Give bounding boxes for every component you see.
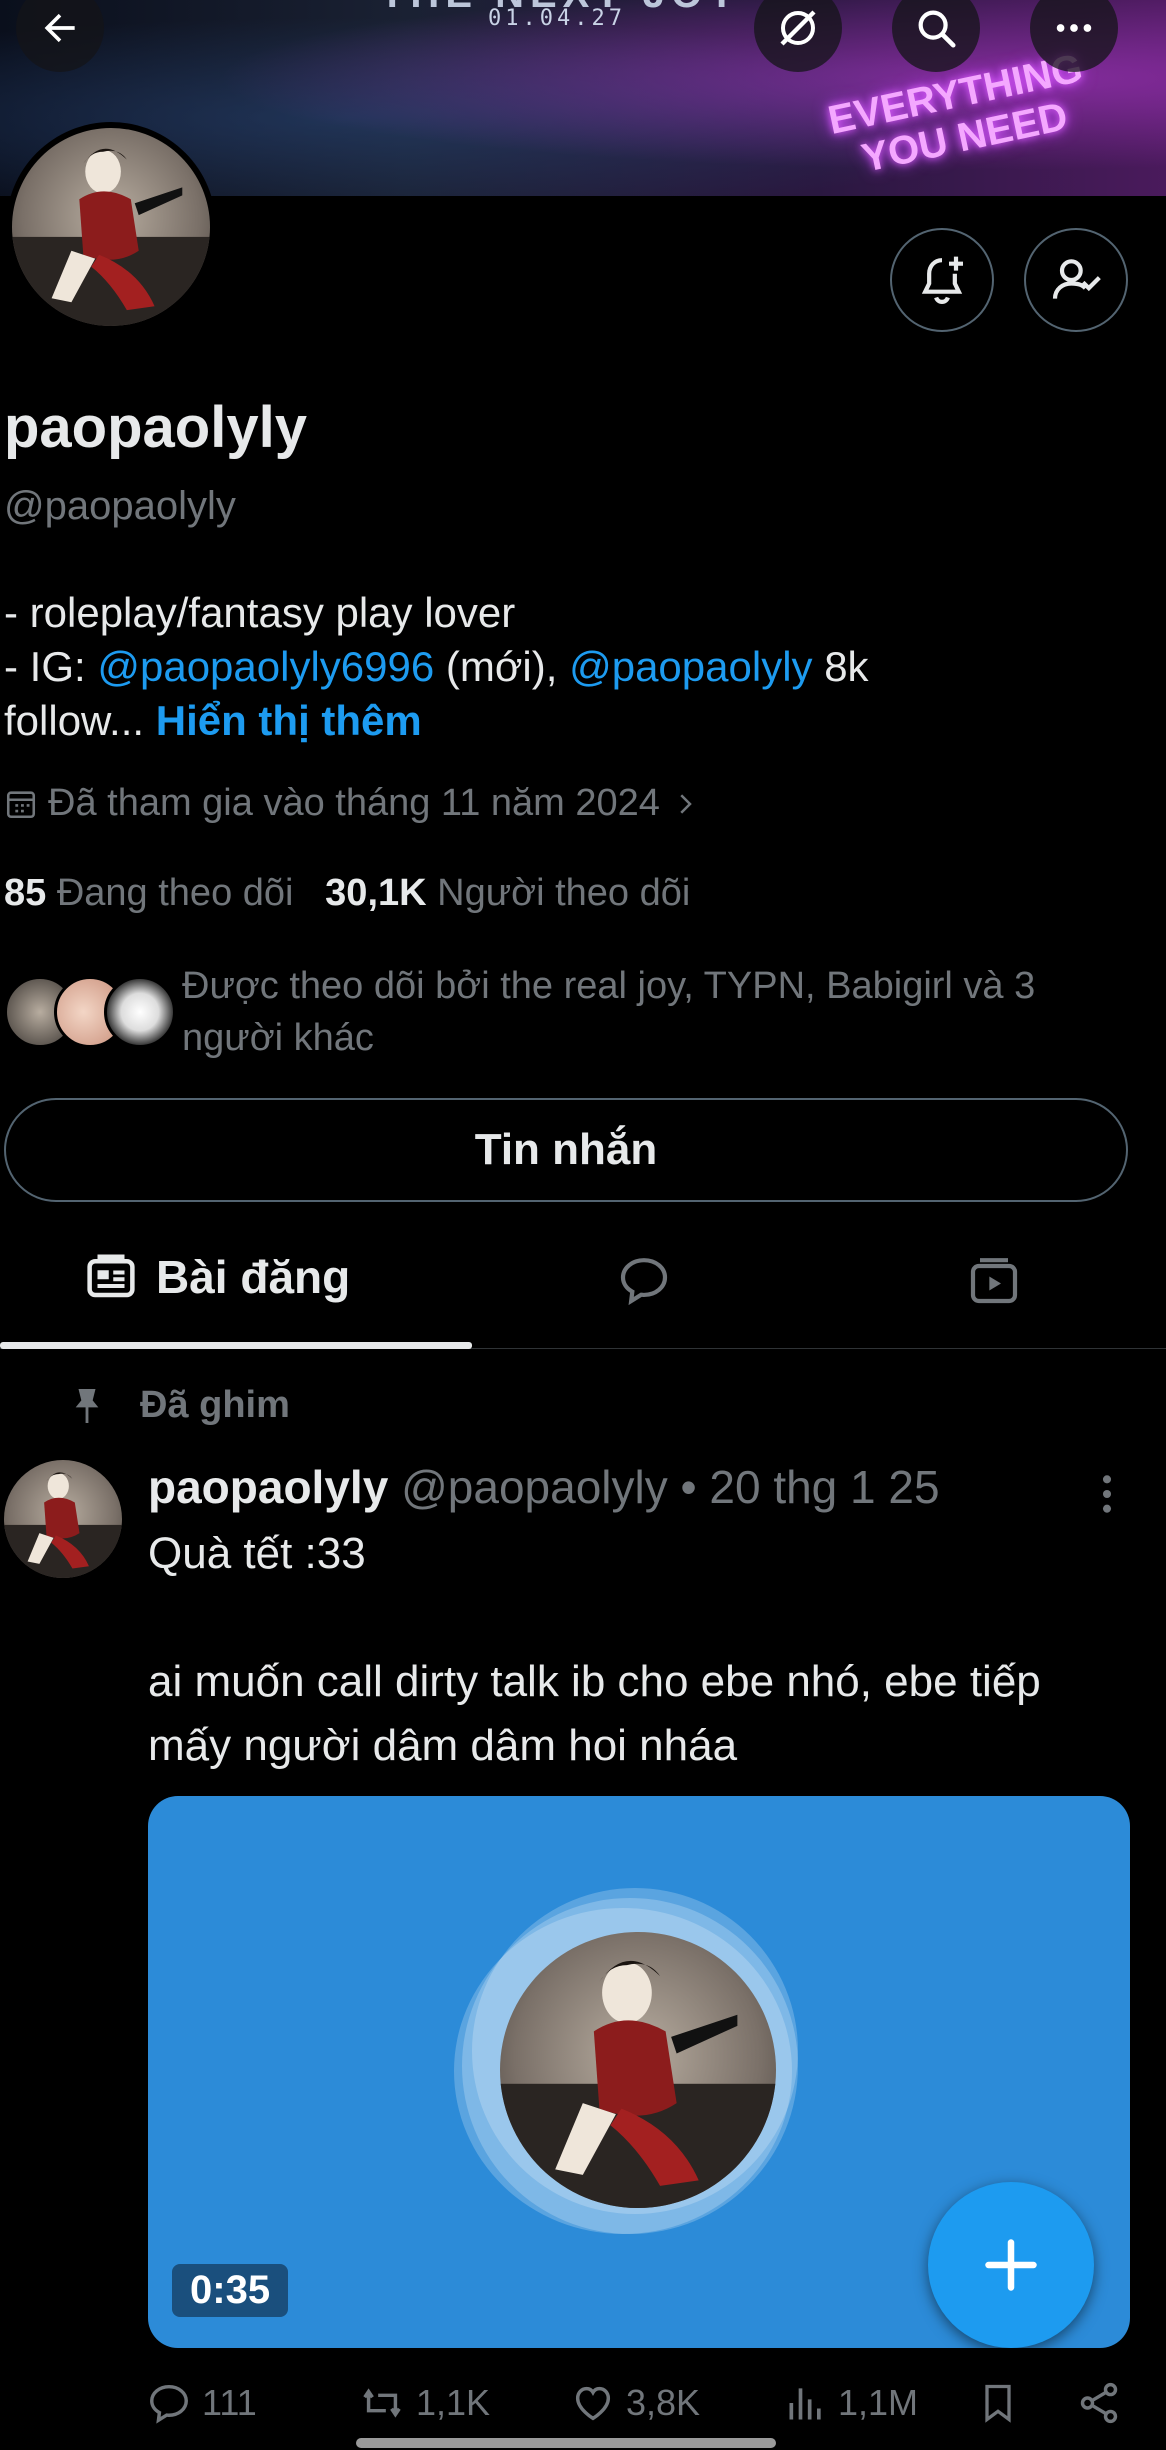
followers-link[interactable]: 30,1K Người theo dõi [325, 872, 690, 914]
profile-bio: - roleplay/fantasy play lover - IG: @pao… [4, 586, 1144, 748]
bell-plus-icon [921, 256, 963, 304]
followed-by-avatars[interactable] [4, 976, 176, 1048]
following-label: Đang theo dõi [56, 872, 294, 914]
message-button[interactable]: Tin nhắn [4, 1098, 1128, 1202]
post-text: Quà tết :33 ai muốn call dirty talk ib c… [148, 1529, 1041, 1770]
calendar-icon [6, 790, 36, 818]
posts-icon [87, 1254, 135, 1298]
media-duration: 0:35 [172, 2264, 289, 2317]
tab-replies[interactable] [616, 1252, 672, 1313]
follower-avatar [104, 976, 176, 1048]
user-check-icon [1052, 259, 1101, 299]
bookmark-button[interactable] [976, 2380, 1020, 2426]
bio-line-3: follow... Hiển thị thêm [4, 694, 1144, 748]
plus-icon [985, 2239, 1037, 2291]
arrow-left-icon [44, 13, 75, 43]
followers-label: Người theo dõi [437, 872, 691, 914]
grok-icon [780, 10, 816, 46]
followers-count: 30,1K [325, 872, 427, 914]
like-count: 3,8K [626, 2382, 701, 2423]
pin-icon [75, 1388, 99, 1423]
views-button[interactable]: 1,1M [784, 2380, 918, 2426]
more-vertical-icon [1102, 1475, 1112, 1513]
share-icon [1080, 2382, 1118, 2424]
pinned-indicator: Đã ghim [70, 1384, 290, 1427]
reply-count: 111 [202, 2382, 257, 2423]
post-author-name[interactable]: paopaolyly [148, 1461, 388, 1513]
compose-fab[interactable] [928, 2182, 1094, 2348]
profile-name: paopaolyly [4, 395, 307, 460]
tab-posts[interactable]: Bài đăng [84, 1250, 350, 1304]
bio-line-1: - roleplay/fantasy play lover [4, 589, 516, 636]
speech-bubble-icon [620, 1258, 668, 1306]
more-horizontal-icon [1056, 24, 1092, 32]
post-more-button[interactable] [1098, 1472, 1116, 1521]
pinup-illustration-icon [500, 1960, 776, 2208]
ig-link-2[interactable]: @paopaolyly [569, 643, 812, 690]
notification-subscribe-button[interactable] [890, 228, 994, 332]
video-media-icon [970, 1258, 1018, 1304]
audio-cover-avatar [500, 1932, 776, 2208]
post-header: paopaolyly @paopaolyly • 20 thg 1 25 [148, 1460, 940, 1514]
profile-avatar[interactable] [6, 122, 216, 332]
followed-by-text[interactable]: Được theo dõi bởi the real joy, TYPN, Ba… [182, 960, 1122, 1064]
post-meta: @paopaolyly • 20 thg 1 25 [388, 1461, 940, 1513]
reply-button[interactable]: 111 [146, 2380, 257, 2426]
views-count: 1,1M [838, 2382, 919, 2423]
pinned-label: Đã ghim [140, 1384, 290, 1426]
following-status-button[interactable] [1024, 228, 1128, 332]
joined-date[interactable]: Đã tham gia vào tháng 11 năm 2024 [4, 782, 700, 825]
bio-line-2: - IG: @paopaolyly6996 (mới), @paopaolyly… [4, 640, 1144, 694]
bio-line-3-text: follow... [4, 697, 156, 744]
repost-button[interactable]: 1,1K [358, 2380, 490, 2426]
repost-count: 1,1K [416, 2382, 491, 2423]
pinup-illustration-icon [4, 1472, 122, 1578]
home-indicator[interactable] [356, 2438, 776, 2448]
following-count: 85 [4, 872, 47, 914]
ig-link-1[interactable]: @paopaolyly6996 [97, 643, 434, 690]
post-author-avatar[interactable] [4, 1460, 122, 1578]
bio-ig-prefix: - IG: [4, 643, 98, 690]
profile-handle: @paopaolyly [4, 484, 236, 528]
active-tab-indicator [0, 1342, 472, 1349]
reply-icon [150, 2384, 188, 2424]
following-link[interactable]: 85 Đang theo dõi [4, 872, 293, 914]
avatar-illustration [12, 128, 210, 326]
chevron-right-icon [680, 793, 692, 814]
share-button[interactable] [1076, 2380, 1122, 2426]
bar-chart-icon [789, 2388, 821, 2420]
follow-stats: 85 Đang theo dõi 30,1K Người theo dõi [4, 872, 690, 915]
tab-posts-label: Bài đăng [156, 1251, 351, 1303]
bookmark-icon [985, 2384, 1011, 2423]
like-button[interactable]: 3,8K [570, 2380, 700, 2426]
bio-ig-suffix: 8k [812, 643, 869, 690]
bio-ig-mid: (mới), [434, 643, 570, 690]
pinup-illustration-icon [12, 148, 210, 326]
tab-media[interactable] [966, 1252, 1022, 1313]
heart-icon [575, 2386, 611, 2421]
joined-text: Đã tham gia vào tháng 11 năm 2024 [48, 782, 660, 824]
repost-icon [363, 2388, 401, 2418]
banner-date: 01.04.27 [488, 6, 626, 31]
show-more-link[interactable]: Hiển thị thêm [156, 697, 422, 744]
search-icon [918, 10, 956, 48]
